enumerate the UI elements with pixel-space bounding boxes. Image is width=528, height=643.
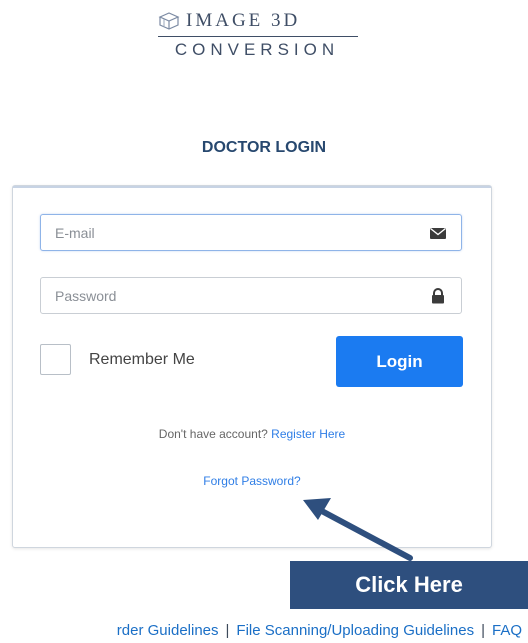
- brand-line-2: CONVERSION: [174, 40, 340, 59]
- brand-divider: [158, 36, 358, 37]
- register-prompt-row: Don't have account? Register Here: [13, 427, 491, 441]
- footer-link-file-scanning[interactable]: File Scanning/Uploading Guidelines: [236, 622, 474, 639]
- login-card: Remember Me Login Don't have account? Re…: [12, 185, 492, 548]
- footer-link-faq[interactable]: FAQ: [492, 622, 522, 639]
- brand-logo: IMAGE 3D CONVERSION: [152, 6, 362, 62]
- lock-icon: [432, 288, 444, 304]
- envelope-icon: [430, 227, 446, 239]
- login-button[interactable]: Login: [336, 336, 463, 387]
- click-here-callout: Click Here: [290, 561, 528, 609]
- email-field[interactable]: [40, 214, 462, 251]
- remember-me[interactable]: Remember Me: [40, 341, 195, 378]
- stacked-boxes-icon: [158, 12, 180, 30]
- password-field[interactable]: [40, 277, 462, 314]
- register-link[interactable]: Register Here: [271, 427, 345, 441]
- register-prompt-text: Don't have account?: [158, 427, 268, 441]
- footer-separator: |: [481, 621, 485, 639]
- brand-logo-top: IMAGE 3D: [158, 10, 300, 32]
- brand-line-1: IMAGE 3D: [186, 10, 301, 31]
- password-input[interactable]: [41, 278, 401, 313]
- remember-me-checkbox[interactable]: [40, 344, 71, 375]
- email-input[interactable]: [41, 215, 401, 250]
- footer-link-order-guidelines[interactable]: rder Guidelines: [117, 622, 219, 639]
- footer-links: rder Guidelines | File Scanning/Uploadin…: [0, 618, 528, 642]
- forgot-password-link[interactable]: Forgot Password?: [13, 474, 491, 488]
- footer-separator: |: [225, 621, 230, 639]
- remember-me-label: Remember Me: [89, 350, 195, 368]
- page-title: DOCTOR LOGIN: [201, 139, 327, 156]
